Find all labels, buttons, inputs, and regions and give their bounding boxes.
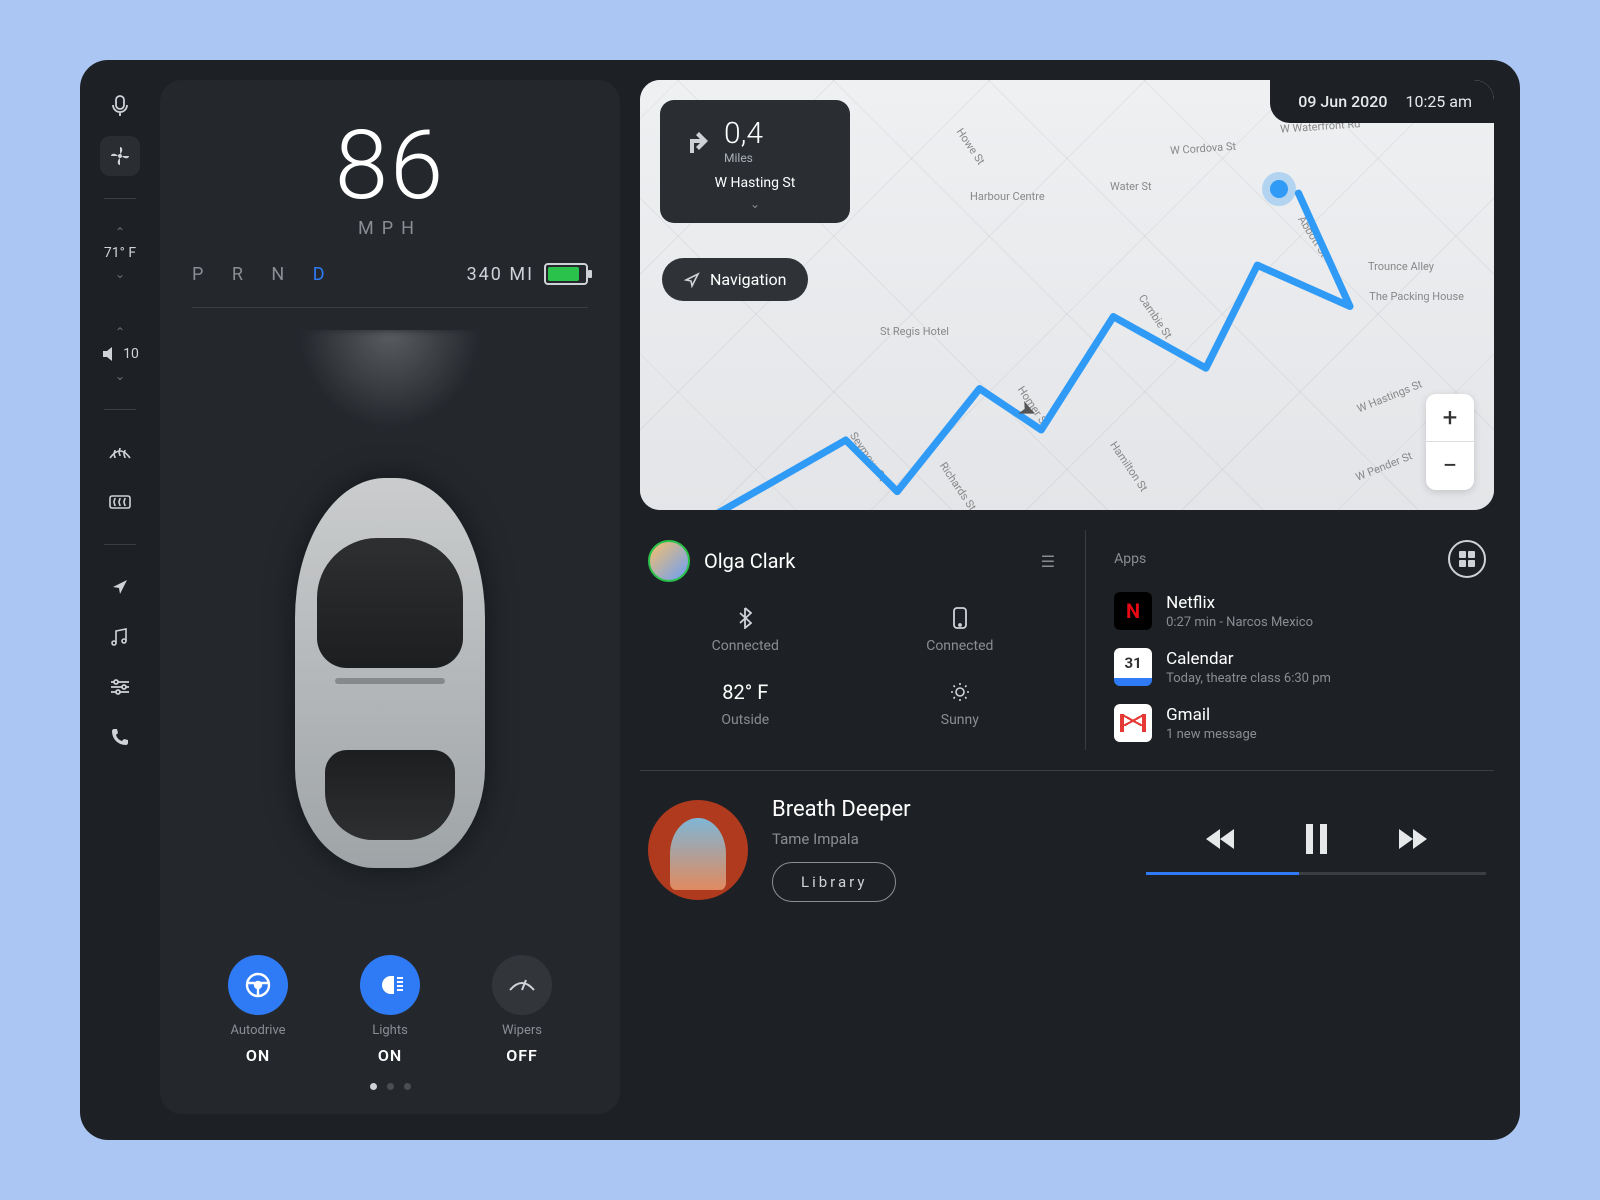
volume-control: ⌃ 10 ⌄	[101, 321, 139, 387]
chevron-down-icon[interactable]: ⌄	[682, 197, 828, 211]
steering-wheel-icon	[228, 955, 288, 1015]
gear-indicator: P R N D	[192, 264, 337, 285]
navigation-pill[interactable]: Navigation	[662, 258, 808, 301]
app-item-gmail[interactable]: Gmail 1 new message	[1114, 704, 1486, 742]
gmail-icon	[1114, 704, 1152, 742]
datetime: 09 Jun 2020 10:25 am	[1270, 80, 1494, 123]
progress-bar[interactable]	[1146, 872, 1486, 875]
volume-down-button[interactable]: ⌄	[111, 365, 129, 387]
volume-value: 10	[123, 346, 139, 362]
speed-unit: MPH	[192, 218, 588, 239]
album-art[interactable]	[648, 800, 748, 900]
turn-distance: 0,4	[724, 116, 763, 151]
phone-icon[interactable]	[100, 717, 140, 757]
wipers-toggle[interactable]: Wipers OFF	[492, 955, 552, 1065]
apps-panel: Apps N Netflix 0:27 min - Narcos Mexico	[1106, 530, 1494, 750]
apps-grid-button[interactable]	[1448, 540, 1486, 578]
turn-right-icon	[682, 127, 710, 155]
volume-icon	[101, 345, 119, 363]
user-name: Olga Clark	[704, 549, 795, 573]
temperature-value: 71° F	[104, 245, 136, 261]
track-title: Breath Deeper	[772, 797, 911, 822]
lights-toggle[interactable]: Lights ON	[360, 955, 420, 1065]
fan-icon[interactable]	[100, 136, 140, 176]
music-icon[interactable]	[100, 617, 140, 657]
calendar-icon: 31	[1114, 648, 1152, 686]
navigation-icon[interactable]	[100, 567, 140, 607]
page-dots[interactable]	[192, 1083, 588, 1090]
battery-icon	[544, 263, 588, 285]
autodrive-toggle[interactable]: Autodrive ON	[228, 955, 288, 1065]
defrost-rear-icon[interactable]	[100, 482, 140, 522]
destination-dot	[1270, 180, 1288, 198]
phone-status[interactable]: Connected	[863, 606, 1058, 654]
apps-title: Apps	[1114, 551, 1146, 567]
driving-panel: 86 MPH P R N D 340 MI	[160, 80, 620, 1114]
bluetooth-status[interactable]: Connected	[648, 606, 843, 654]
map-card[interactable]: Harbour Centre Water St W Cordova St W W…	[640, 80, 1494, 510]
mic-icon[interactable]	[100, 86, 140, 126]
temp-down-button[interactable]: ⌄	[111, 263, 129, 285]
track-artist: Tame Impala	[772, 830, 911, 848]
phone-device-icon	[953, 606, 967, 630]
media-player: Breath Deeper Tame Impala Library	[640, 791, 1494, 906]
turn-street: W Hasting St	[682, 175, 828, 191]
temp-up-button[interactable]: ⌃	[111, 221, 129, 243]
turn-card[interactable]: 0,4 Miles W Hasting St ⌄	[660, 100, 850, 223]
avatar[interactable]	[648, 540, 690, 582]
sidebar: ⌃ 71° F ⌄ ⌃ 10 ⌄	[80, 60, 160, 1140]
bluetooth-icon	[738, 606, 752, 630]
app-item-netflix[interactable]: N Netflix 0:27 min - Narcos Mexico	[1114, 592, 1486, 630]
wipers-icon	[492, 955, 552, 1015]
menu-icon[interactable]: ☰	[1041, 552, 1057, 571]
car-visualization	[192, 330, 588, 945]
volume-up-button[interactable]: ⌃	[111, 321, 129, 343]
weather-status: Sunny	[863, 680, 1058, 728]
outside-temp: 82° F Outside	[648, 680, 843, 728]
cursor-icon	[684, 272, 700, 288]
defrost-front-icon[interactable]	[100, 432, 140, 472]
previous-button[interactable]	[1206, 827, 1236, 851]
next-button[interactable]	[1397, 827, 1427, 851]
sun-icon	[949, 680, 971, 704]
settings-icon[interactable]	[100, 667, 140, 707]
temperature-control: ⌃ 71° F ⌄	[104, 221, 136, 285]
zoom-in-button[interactable]: +	[1426, 394, 1474, 442]
pause-button[interactable]	[1306, 824, 1327, 854]
library-button[interactable]: Library	[772, 862, 896, 902]
app-item-calendar[interactable]: 31 Calendar Today, theatre class 6:30 pm	[1114, 648, 1486, 686]
dashboard: ⌃ 71° F ⌄ ⌃ 10 ⌄	[80, 60, 1520, 1140]
zoom-out-button[interactable]: −	[1426, 442, 1474, 490]
user-panel: Olga Clark ☰ Connected	[640, 530, 1065, 750]
zoom-control: + −	[1426, 394, 1474, 490]
headlights-icon	[360, 955, 420, 1015]
speed-value: 86	[192, 110, 588, 222]
range-value: 340 MI	[467, 264, 534, 285]
netflix-icon: N	[1114, 592, 1152, 630]
